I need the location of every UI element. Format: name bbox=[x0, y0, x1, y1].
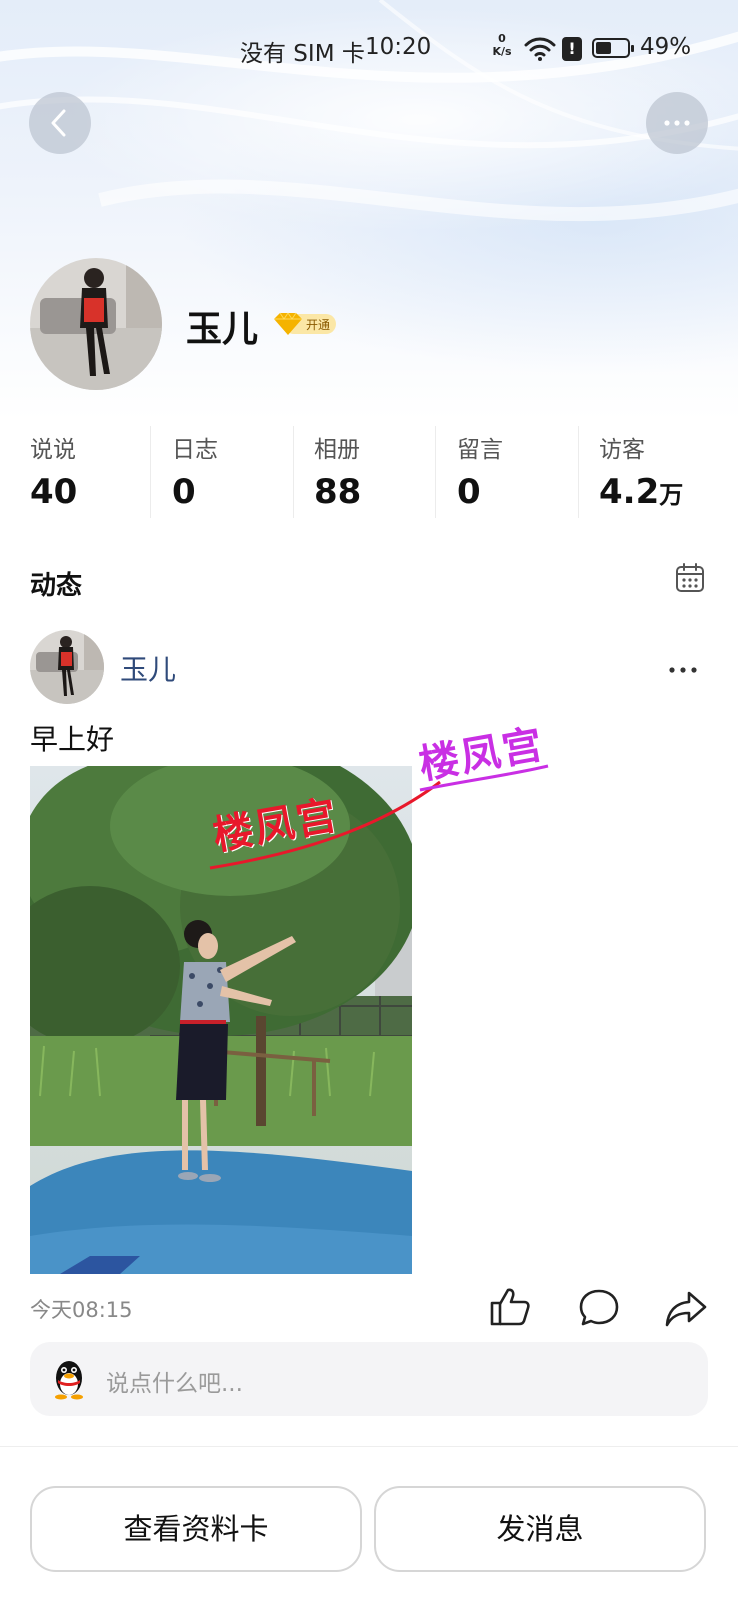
stat-value: 0 bbox=[172, 472, 196, 512]
stat-value: 40 bbox=[30, 472, 78, 512]
stat-divider bbox=[435, 426, 436, 518]
stat-value: 4.2万 bbox=[599, 472, 684, 512]
network-speed-value: 0 bbox=[498, 32, 506, 45]
comment-input[interactable]: 说点什么吧... bbox=[30, 1342, 708, 1416]
stat-label: 相册 bbox=[314, 437, 360, 463]
alert-icon: ! bbox=[562, 37, 582, 61]
calendar-icon[interactable] bbox=[674, 562, 706, 598]
stat-divider bbox=[150, 426, 151, 518]
battery-percent: 49% bbox=[640, 34, 692, 60]
clock: 10:20 bbox=[365, 34, 432, 60]
like-icon[interactable] bbox=[489, 1287, 531, 1331]
back-button[interactable] bbox=[29, 92, 91, 154]
status-bar: 没有 SIM 卡 10:20 0 K/s ! 49% bbox=[0, 28, 738, 72]
post-author-avatar[interactable] bbox=[30, 630, 104, 704]
avatar-photo bbox=[30, 630, 104, 704]
stat-label: 日志 bbox=[172, 437, 218, 463]
view-profile-card-button[interactable]: 查看资料卡 bbox=[30, 1486, 362, 1572]
stat-label: 说说 bbox=[30, 437, 76, 463]
battery-fill bbox=[596, 42, 611, 54]
profile-name: 玉儿 bbox=[186, 309, 259, 350]
wifi-icon bbox=[524, 36, 556, 66]
avatar-photo bbox=[30, 258, 162, 390]
ellipsis-icon bbox=[664, 120, 690, 126]
stat-divider bbox=[578, 426, 579, 518]
share-icon[interactable] bbox=[664, 1290, 708, 1332]
post-timestamp: 今天08:15 bbox=[30, 1298, 133, 1322]
more-options-button[interactable] bbox=[646, 92, 708, 154]
stat-label: 访客 bbox=[599, 437, 645, 463]
vip-badge[interactable]: 开通 bbox=[272, 311, 338, 341]
stat-value: 88 bbox=[314, 472, 362, 512]
profile-stats: 说说 40 日志 0 相册 88 留言 0 访客 4.2万 bbox=[0, 420, 738, 520]
photo-watermark: 楼凤宫 bbox=[415, 721, 548, 789]
chevron-left-icon bbox=[51, 109, 66, 137]
send-message-button[interactable]: 发消息 bbox=[374, 1486, 706, 1572]
comment-icon[interactable] bbox=[578, 1288, 620, 1332]
comment-placeholder: 说点什么吧... bbox=[106, 1371, 243, 1397]
network-speed: 0 K/s bbox=[488, 32, 516, 58]
battery-nub bbox=[631, 45, 634, 52]
post-text: 早上好 bbox=[30, 723, 115, 756]
profile-avatar[interactable] bbox=[30, 258, 162, 390]
bottom-divider bbox=[0, 1446, 738, 1447]
vip-badge-label: 开通 bbox=[306, 318, 330, 332]
feed-title: 动态 bbox=[30, 571, 83, 601]
qq-penguin-icon bbox=[50, 1358, 88, 1404]
post-author-name[interactable]: 玉儿 bbox=[120, 648, 176, 688]
stat-divider bbox=[293, 426, 294, 518]
post-more-icon[interactable] bbox=[668, 660, 698, 679]
battery-icon bbox=[592, 38, 634, 58]
stat-label: 留言 bbox=[457, 437, 503, 463]
stat-value: 0 bbox=[457, 472, 481, 512]
carrier-label: 没有 SIM 卡 bbox=[240, 41, 365, 67]
network-speed-unit: K/s bbox=[492, 45, 512, 58]
